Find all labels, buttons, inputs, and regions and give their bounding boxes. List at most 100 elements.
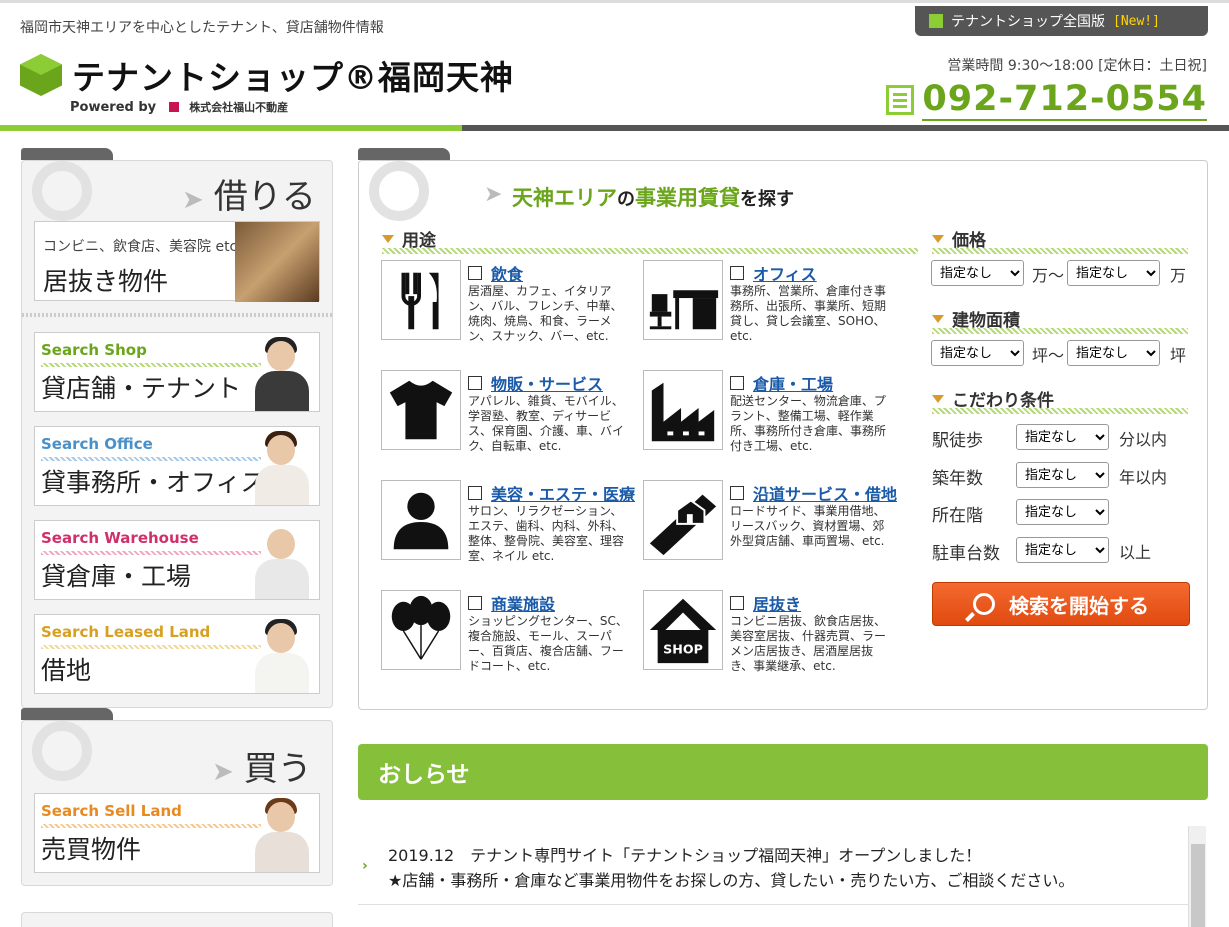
phone-contact[interactable]: 092-712-0554 xyxy=(886,79,1207,121)
person-icon[interactable] xyxy=(381,480,461,560)
cond-select-2[interactable]: 指定なし xyxy=(1016,499,1109,525)
buy-card-sell-land[interactable]: Search Sell Land 売買物件 xyxy=(34,793,320,873)
news-heading: おしらせ xyxy=(358,744,1208,800)
category-name[interactable]: 居抜き xyxy=(753,591,801,615)
site-header: 福岡市天神エリアを中心としたテナント、貸店舗物件情報 テナントショップ®福岡天神… xyxy=(0,0,1229,131)
category-name[interactable]: 物販・サービス xyxy=(491,371,603,395)
tshirt-icon[interactable] xyxy=(381,370,461,450)
checkbox[interactable] xyxy=(730,596,744,610)
card-stripe xyxy=(41,551,261,555)
search-title-area: 天神エリア xyxy=(512,186,617,210)
cond-label-3: 駐車台数 xyxy=(932,544,1000,564)
category-desc: アパレル、雑貨、モバイル、学習塾、教室、ディサービス、保育園、介護、車、バイク、… xyxy=(468,394,625,453)
phone-number[interactable]: 092-712-0554 xyxy=(922,79,1207,121)
balloons-icon[interactable] xyxy=(381,590,461,670)
category-name[interactable]: 倉庫・工場 xyxy=(753,371,833,395)
national-site-link[interactable]: テナントショップ全国版 [New!] xyxy=(915,6,1208,36)
roadside-house-icon[interactable] xyxy=(643,480,723,560)
factory-icon[interactable] xyxy=(643,370,723,450)
area-max-select[interactable]: 指定なし xyxy=(1067,340,1160,366)
phone-icon xyxy=(886,85,915,115)
checkbox[interactable] xyxy=(468,596,482,610)
cond-label-1: 築年数 xyxy=(932,469,983,489)
checkbox[interactable] xyxy=(730,376,744,390)
powered-by-label: Powered by xyxy=(70,100,157,115)
card-stripe xyxy=(41,363,261,367)
scrollbar-thumb[interactable] xyxy=(1191,844,1205,927)
office-desk-icon[interactable] xyxy=(643,260,723,340)
site-tagline: 福岡市天神エリアを中心としたテナント、貸店舗物件情報 xyxy=(20,20,384,36)
logo-cube-icon xyxy=(20,54,62,96)
category-checkbox-2[interactable]: 物販・サービス xyxy=(468,371,603,395)
search-title-action: を探す xyxy=(740,189,794,210)
category-desc: サロン、リラクゼーション、エステ、歯科、内科、外科、整体、整骨院、美容室、理容室… xyxy=(468,504,625,563)
category-name[interactable]: 商業施設 xyxy=(491,591,555,615)
category-name[interactable]: 美容・エステ・医療 xyxy=(491,481,635,505)
cond-select-0[interactable]: 指定なし xyxy=(1016,424,1109,450)
category-checkbox-5[interactable]: 沿道サービス・借地 xyxy=(730,481,897,505)
search-title-no: の xyxy=(617,189,635,210)
price-unit-to: 万 xyxy=(1170,266,1187,285)
rent-card-shop[interactable]: Search Shop 貸店舗・テナント xyxy=(34,332,320,412)
category-checkbox-6[interactable]: 商業施設 xyxy=(468,591,555,615)
news-scrollbar[interactable] xyxy=(1188,826,1206,927)
inuki-card[interactable]: コンビニ、飲食店、美容院 etc. 居抜き物件 xyxy=(34,221,320,302)
category-name[interactable]: 沿道サービス・借地 xyxy=(753,481,897,505)
card-jp-label: 売買物件 xyxy=(41,835,142,864)
cond-label-2: 所在階 xyxy=(932,506,983,526)
cond-unit-1: 年以内 xyxy=(1119,468,1168,487)
area-min-select[interactable]: 指定なし xyxy=(931,340,1024,366)
new-badge: [New!] xyxy=(1113,13,1160,29)
logo-text: テナントショップ®福岡天神 xyxy=(72,58,514,97)
person-photo xyxy=(251,335,313,411)
rent-card-office[interactable]: Search Office 貸事務所・オフィス xyxy=(34,426,320,506)
powered-by: Powered by 株式会社福山不動産 xyxy=(70,99,288,115)
rent-panel-tab xyxy=(21,148,113,160)
fork-knife-icon[interactable] xyxy=(381,260,461,340)
person-photo xyxy=(251,796,313,872)
price-min-select[interactable]: 指定なし xyxy=(931,260,1024,286)
category-desc: ロードサイド、事業用借地、リースバック、資材置場、郊外型貸店舗、車両置場、etc… xyxy=(730,504,886,548)
checkbox[interactable] xyxy=(730,486,744,500)
rent-heading: ➤ 借りる xyxy=(182,169,316,218)
buy-heading-text: 買う xyxy=(243,749,312,789)
price-max-select[interactable]: 指定なし xyxy=(1067,260,1160,286)
search-icon xyxy=(973,593,995,615)
site-logo[interactable]: テナントショップ®福岡天神 xyxy=(20,51,514,99)
rent-heading-text: 借りる xyxy=(213,177,316,217)
search-start-button[interactable]: 検索を開始する xyxy=(932,582,1190,626)
checkbox[interactable] xyxy=(468,486,482,500)
category-name[interactable]: オフィス xyxy=(753,261,817,285)
cond-unit-3: 以上 xyxy=(1119,543,1152,562)
cond-select-3[interactable]: 指定なし xyxy=(1016,537,1109,563)
shop-interior-photo xyxy=(235,222,319,302)
person-photo xyxy=(251,617,313,693)
search-button-label: 検索を開始する xyxy=(1009,593,1149,618)
category-checkbox-0[interactable]: 飲食 xyxy=(468,261,523,285)
card-stripe xyxy=(41,645,261,649)
search-panel-tab xyxy=(358,148,450,160)
card-jp-label: 貸店舗・テナント xyxy=(41,374,242,403)
cond-unit-0: 分以内 xyxy=(1119,430,1168,449)
company-mark-icon xyxy=(168,102,179,112)
inuki-card-label: 居抜き物件 xyxy=(43,267,169,296)
category-checkbox-7[interactable]: 居抜き xyxy=(730,591,801,615)
category-checkbox-4[interactable]: 美容・エステ・医療 xyxy=(468,481,635,505)
checkbox[interactable] xyxy=(468,376,482,390)
news-heading-text: おしらせ xyxy=(378,762,470,788)
buy-panel-tab xyxy=(21,708,113,720)
checkbox[interactable] xyxy=(730,266,744,280)
shop-house-icon[interactable]: SHOP xyxy=(643,590,723,670)
price-underline xyxy=(932,248,1188,254)
news-item-line1[interactable]: 2019.12 テナント専門サイト「テナントショップ福岡天神」オープンしました！ xyxy=(388,842,981,866)
card-stripe xyxy=(41,457,261,461)
category-desc: 事務所、営業所、倉庫付き事務所、出張所、事業所、短期貸し、貸し会議室、SOHO、… xyxy=(730,284,887,343)
checkbox[interactable] xyxy=(468,266,482,280)
category-checkbox-1[interactable]: オフィス xyxy=(730,261,817,285)
category-name[interactable]: 飲食 xyxy=(491,261,523,285)
rent-card-warehouse[interactable]: Search Warehouse 貸倉庫・工場 xyxy=(34,520,320,600)
rent-card-leased-land[interactable]: Search Leased Land 借地 xyxy=(34,614,320,694)
arrow-icon: ➤ xyxy=(484,182,503,207)
cond-select-1[interactable]: 指定なし xyxy=(1016,462,1109,488)
category-checkbox-3[interactable]: 倉庫・工場 xyxy=(730,371,833,395)
